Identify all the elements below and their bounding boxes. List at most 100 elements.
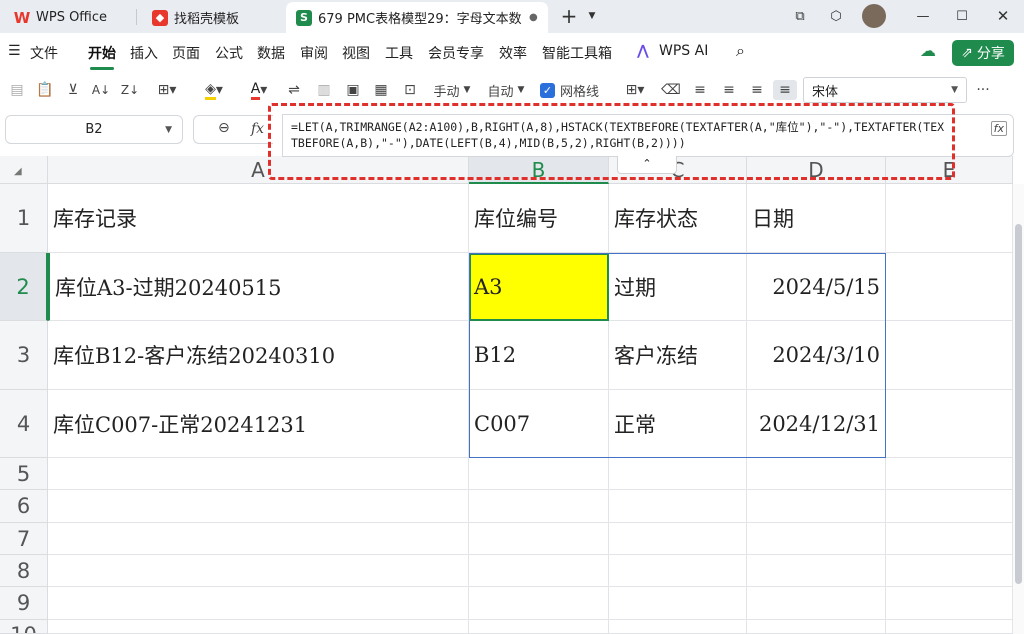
cell-c5[interactable]	[609, 458, 747, 490]
menu-page[interactable]: 页面	[172, 43, 200, 63]
cell-d10[interactable]	[747, 620, 886, 634]
menu-insert[interactable]: 插入	[130, 43, 158, 63]
cell-a3[interactable]: 库位B12-客户冻结20240310	[48, 321, 469, 390]
hamburger-icon[interactable]: ☰	[8, 43, 21, 59]
new-tab-icon[interactable]: +	[558, 4, 580, 28]
align-left-icon[interactable]: ≡	[691, 80, 709, 100]
cell-e8[interactable]	[886, 555, 1013, 587]
font-family-select[interactable]: 宋体 ▼	[803, 77, 967, 103]
gridlines-toggle[interactable]: ✓ 网格线	[540, 80, 604, 100]
cell-d5[interactable]	[747, 458, 886, 490]
column-header-d[interactable]: D	[747, 156, 886, 184]
avatar[interactable]	[862, 4, 886, 28]
cell-c1[interactable]: 库存状态	[609, 184, 747, 253]
cell-e2[interactable]	[886, 253, 1013, 321]
menu-data[interactable]: 数据	[257, 43, 285, 63]
cell-b10[interactable]	[469, 620, 609, 634]
chevron-down-icon[interactable]: ▼	[581, 6, 603, 26]
fx-icon[interactable]: fx	[251, 121, 264, 137]
cell-d6[interactable]	[747, 490, 886, 523]
menu-home[interactable]: 开始	[88, 43, 116, 70]
cell-a2[interactable]: 库位A3-过期20240515	[48, 253, 469, 321]
fill-icon[interactable]: ▣	[344, 80, 362, 100]
menu-view[interactable]: 视图	[342, 43, 370, 63]
cell-a6[interactable]	[48, 490, 469, 523]
sort-descending-icon[interactable]: Z↓	[120, 80, 140, 100]
cell-c4[interactable]: 正常	[609, 390, 747, 458]
tab-docer[interactable]: ◆ 找稻壳模板	[142, 2, 280, 33]
column-header-e[interactable]: E	[886, 156, 1013, 184]
scrollbar-thumb[interactable]	[1015, 224, 1022, 584]
cell-e6[interactable]	[886, 490, 1013, 523]
window-restore-icon[interactable]: ⧉	[789, 6, 811, 26]
menu-smart-toolbox[interactable]: 智能工具箱	[542, 43, 612, 63]
sort-ascending-icon[interactable]: A↓	[91, 80, 111, 100]
row-header-9[interactable]: 9	[0, 587, 48, 620]
cell-c3[interactable]: 客户冻结	[609, 321, 747, 390]
menu-tools[interactable]: 工具	[385, 43, 413, 63]
cell-a7[interactable]	[48, 523, 469, 555]
cell-b7[interactable]	[469, 523, 609, 555]
menu-member[interactable]: 会员专享	[428, 43, 484, 63]
cell-d1[interactable]: 日期	[747, 184, 886, 253]
cell-c6[interactable]	[609, 490, 747, 523]
row-header-1[interactable]: 1	[0, 184, 48, 253]
cell-e10[interactable]	[886, 620, 1013, 634]
collapse-formula-button[interactable]: ⌃	[617, 156, 677, 174]
cell-a4[interactable]: 库位C007-正常20241231	[48, 390, 469, 458]
cell-b4[interactable]: C007	[469, 390, 609, 458]
row-header-5[interactable]: 5	[0, 458, 48, 490]
close-icon[interactable]: ✕	[992, 6, 1014, 26]
column-header-a[interactable]: A	[48, 156, 469, 184]
align-center-icon[interactable]: ≡	[720, 80, 738, 100]
cell-c10[interactable]	[609, 620, 747, 634]
borders-icon[interactable]: ⊞▾	[152, 80, 182, 100]
format-painter-icon[interactable]: ▤	[8, 80, 26, 100]
table-style-icon[interactable]: ⊞▾	[619, 80, 651, 100]
row-header-3[interactable]: 3	[0, 321, 48, 390]
more-icon[interactable]: ···	[972, 80, 994, 100]
cell-e4[interactable]	[886, 390, 1013, 458]
cell-a10[interactable]	[48, 620, 469, 634]
cell-c8[interactable]	[609, 555, 747, 587]
cube-icon[interactable]: ⬡	[825, 6, 847, 26]
formula-input[interactable]: =LET(A,TRIMRANGE(A2:A100),B,RIGHT(A,8),H…	[282, 114, 1014, 157]
align-right-icon[interactable]: ≡	[748, 80, 766, 100]
cell-b8[interactable]	[469, 555, 609, 587]
cell-e7[interactable]	[886, 523, 1013, 555]
cell-d9[interactable]	[747, 587, 886, 620]
column-header-b[interactable]: B	[469, 156, 609, 184]
cell-a5[interactable]	[48, 458, 469, 490]
menu-efficiency[interactable]: 效率	[499, 43, 527, 63]
name-box[interactable]: B2 ▼	[5, 115, 183, 144]
cell-c2[interactable]: 过期	[609, 253, 747, 321]
cell-a8[interactable]	[48, 555, 469, 587]
cell-b5[interactable]	[469, 458, 609, 490]
menu-review[interactable]: 审阅	[300, 43, 328, 63]
cell-d8[interactable]	[747, 555, 886, 587]
menu-file[interactable]: 文件	[30, 43, 58, 63]
maximize-icon[interactable]: ☐	[951, 6, 973, 26]
cell-b6[interactable]	[469, 490, 609, 523]
freeze-icon[interactable]: ⊡	[401, 80, 419, 100]
clear-format-icon[interactable]: ⌫	[661, 80, 681, 100]
row-header-10[interactable]: 10	[0, 620, 48, 634]
minimize-icon[interactable]: —	[912, 6, 934, 26]
merge-cells-icon[interactable]: ▥	[315, 80, 333, 100]
cell-e3[interactable]	[886, 321, 1013, 390]
select-all-corner[interactable]: ◢	[0, 156, 48, 184]
row-header-4[interactable]: 4	[0, 390, 48, 458]
row-header-8[interactable]: 8	[0, 555, 48, 587]
cell-e9[interactable]	[886, 587, 1013, 620]
row-header-2[interactable]: 2	[0, 253, 48, 321]
row-header-6[interactable]: 6	[0, 490, 48, 523]
cell-d4[interactable]: 2024/12/31	[747, 390, 886, 458]
cell-b9[interactable]	[469, 587, 609, 620]
paste-icon[interactable]: 📋	[36, 80, 54, 100]
zoom-icon[interactable]: ⊖	[218, 120, 230, 136]
cell-d3[interactable]: 2024/3/10	[747, 321, 886, 390]
share-button[interactable]: ⇗ 分享	[952, 40, 1014, 66]
row-col-icon[interactable]: ▦	[372, 80, 390, 100]
vertical-scrollbar[interactable]	[1013, 184, 1024, 634]
menu-wps-ai[interactable]: WPS AI	[659, 43, 708, 59]
